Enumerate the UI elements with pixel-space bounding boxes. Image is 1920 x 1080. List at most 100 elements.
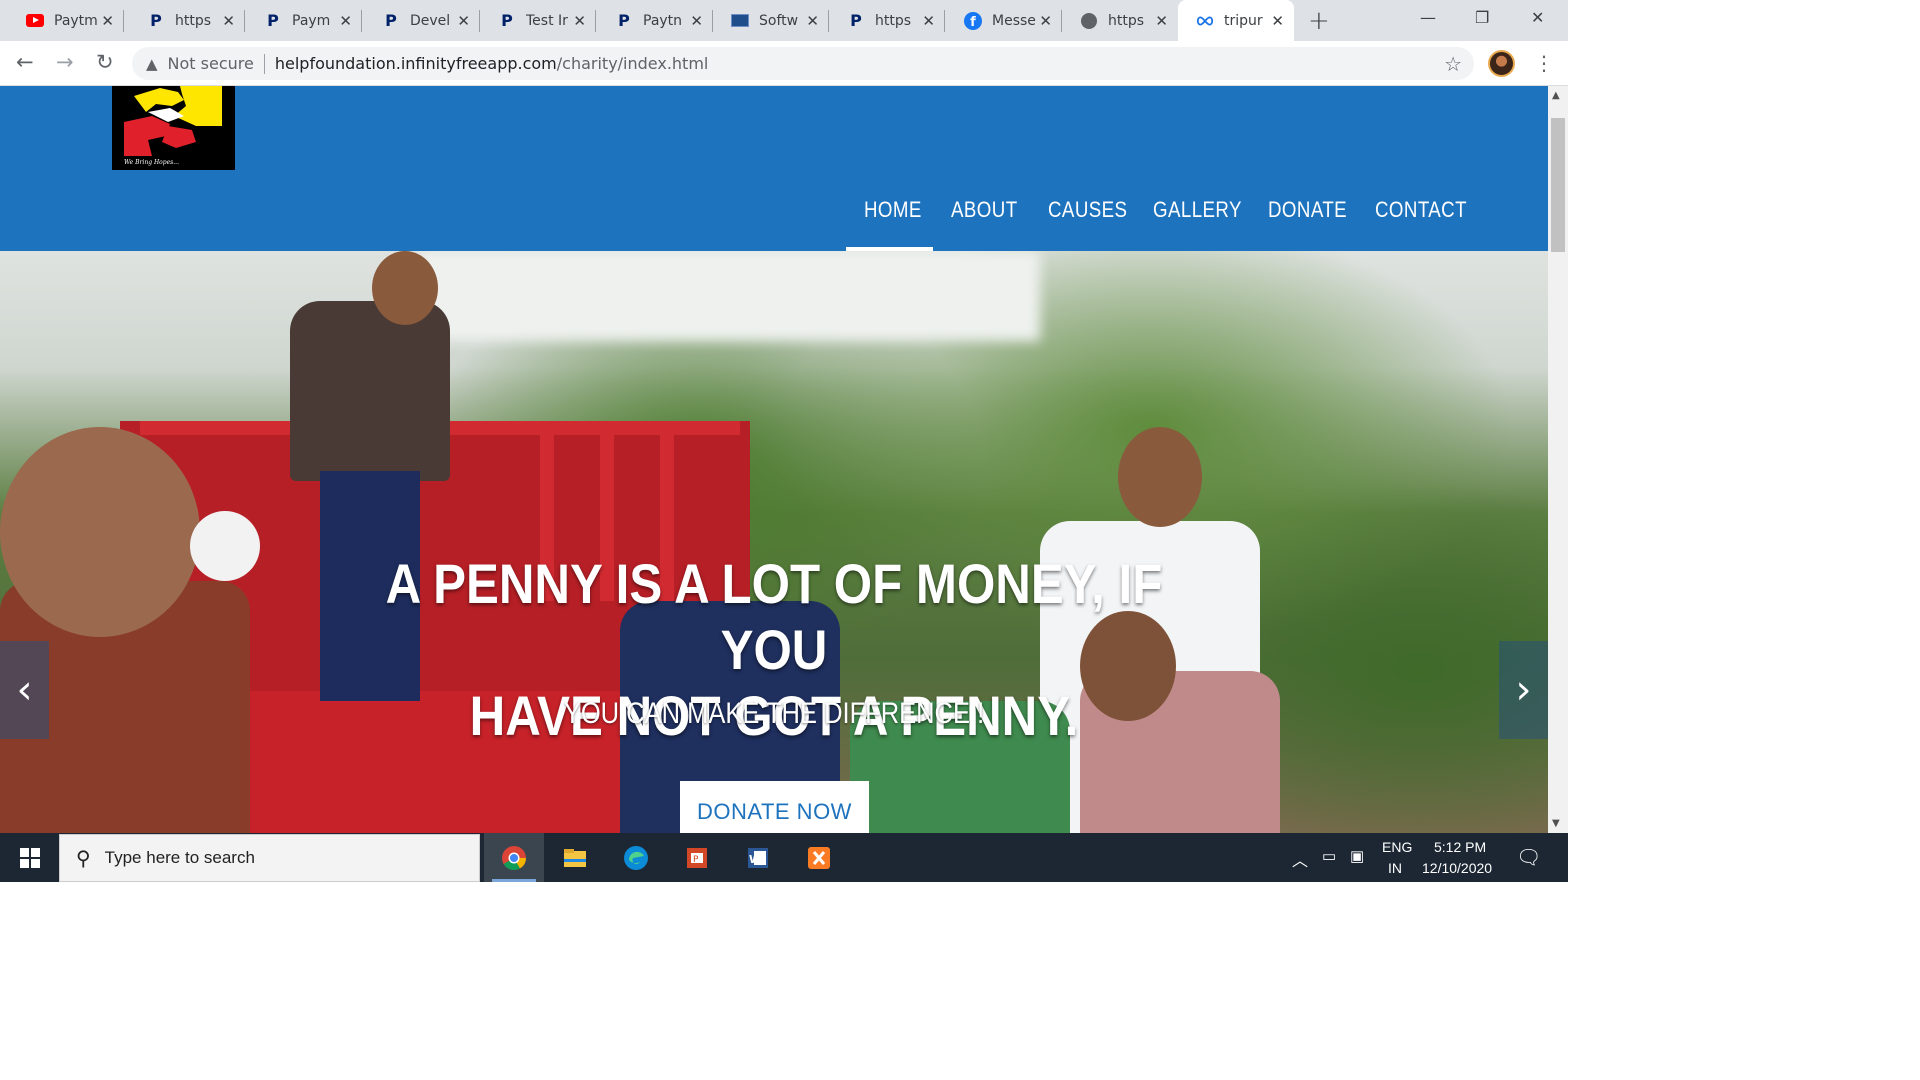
nav-gallery[interactable]: GALLERY xyxy=(1153,197,1242,223)
hero-slider: A PENNY IS A LOT OF MONEY, IF YOU HAVE N… xyxy=(0,251,1548,833)
file-explorer-icon xyxy=(564,848,586,867)
url-host[interactable]: helpfoundation.infinityfreeapp.com xyxy=(275,54,557,73)
new-tab-icon[interactable]: + xyxy=(1308,6,1330,36)
helping-hands-logo-icon xyxy=(124,86,222,156)
globe-icon xyxy=(1080,12,1098,30)
nav-donate[interactable]: DONATE xyxy=(1268,197,1347,223)
url-path[interactable]: /charity/index.html xyxy=(557,54,709,73)
back-icon[interactable]: ← xyxy=(16,50,34,74)
windows-start-button[interactable] xyxy=(0,833,59,882)
bookmark-star-icon[interactable]: ☆ xyxy=(1444,52,1462,76)
software-icon xyxy=(731,12,749,30)
tab-title: https xyxy=(175,12,212,29)
close-tab-icon[interactable]: ✕ xyxy=(222,12,235,30)
notifications-icon[interactable]: 🗨 xyxy=(1516,845,1541,870)
close-window-icon[interactable]: ✕ xyxy=(1531,8,1544,27)
nav-causes[interactable]: CAUSES xyxy=(1048,197,1127,223)
minimize-icon[interactable]: — xyxy=(1420,8,1436,27)
scrollbar-thumb[interactable] xyxy=(1551,118,1565,252)
close-tab-icon[interactable]: ✕ xyxy=(573,12,586,30)
browser-tab[interactable]: f Messe ✕ xyxy=(946,0,1062,41)
nav-about[interactable]: ABOUT xyxy=(951,197,1018,223)
tab-title: https xyxy=(1108,12,1145,29)
powerpoint-icon: P xyxy=(687,847,707,868)
clock-time[interactable]: 5:12 PM xyxy=(1434,839,1486,855)
close-tab-icon[interactable]: ✕ xyxy=(1039,12,1052,30)
site-logo[interactable]: We Bring Hopes... xyxy=(112,86,235,170)
language-indicator[interactable]: ENG xyxy=(1382,839,1412,855)
close-tab-icon[interactable]: ✕ xyxy=(690,12,703,30)
taskbar-chrome[interactable] xyxy=(484,833,544,882)
close-tab-icon[interactable]: ✕ xyxy=(1271,12,1284,30)
windows-taskbar: ⚲ Type here to search P W ︿ ▭ ▣ ENG IN 5… xyxy=(0,833,1568,882)
person-standing xyxy=(290,301,450,481)
clock-date[interactable]: 12/10/2020 xyxy=(1422,860,1492,876)
tab-title: Messe xyxy=(992,12,1036,29)
reload-icon[interactable]: ↻ xyxy=(96,50,114,74)
restore-icon[interactable]: ❐ xyxy=(1475,8,1489,27)
forward-icon[interactable]: → xyxy=(56,50,74,74)
browser-tab[interactable]: P Paym ✕ xyxy=(246,0,362,41)
close-tab-icon[interactable]: ✕ xyxy=(922,12,935,30)
facebook-icon: f xyxy=(964,11,982,30)
scroll-up-icon[interactable]: ▲ xyxy=(1552,90,1560,101)
taskbar-word[interactable]: W xyxy=(728,833,788,882)
network-icon[interactable]: ▣ xyxy=(1350,847,1364,865)
word-icon: W xyxy=(748,847,768,868)
xampp-icon xyxy=(808,846,830,869)
taskbar-search-box[interactable]: ⚲ Type here to search xyxy=(59,834,480,882)
browser-menu-icon[interactable]: ⋮ xyxy=(1534,51,1554,75)
browser-tab-strip: Paytm ✕ P https ✕ P Paym ✕ P Devel ✕ P T… xyxy=(0,0,1568,41)
close-tab-icon[interactable]: ✕ xyxy=(806,12,819,30)
tab-title: https xyxy=(875,12,912,29)
browser-tab[interactable]: https ✕ xyxy=(1062,0,1178,41)
close-tab-icon[interactable]: ✕ xyxy=(457,12,470,30)
hero-photo-sky xyxy=(420,251,1040,341)
browser-tab[interactable]: P Paytn ✕ xyxy=(597,0,713,41)
infinity-icon xyxy=(1196,12,1214,30)
scroll-down-icon[interactable]: ▼ xyxy=(1552,818,1560,829)
close-tab-icon[interactable]: ✕ xyxy=(339,12,352,30)
taskbar-powerpoint[interactable]: P xyxy=(667,833,727,882)
browser-tab[interactable]: Paytm ✕ xyxy=(8,0,124,41)
donate-now-button[interactable]: DONATE NOW xyxy=(680,781,869,833)
close-tab-icon[interactable]: ✕ xyxy=(101,12,114,30)
search-icon: ⚲ xyxy=(76,846,91,870)
warning-icon[interactable]: ▲ xyxy=(146,55,158,73)
meet-now-icon[interactable]: ▭ xyxy=(1322,847,1336,865)
tab-title: Paytn xyxy=(643,12,683,29)
browser-tab[interactable]: P https ✕ xyxy=(129,0,245,41)
nav-contact[interactable]: CONTACT xyxy=(1375,197,1467,223)
language-region[interactable]: IN xyxy=(1388,860,1402,876)
browser-tab[interactable]: P Test Ir ✕ xyxy=(480,0,596,41)
slider-next-button[interactable]: › xyxy=(1499,641,1548,739)
taskbar-file-explorer[interactable] xyxy=(545,833,605,882)
svg-text:W: W xyxy=(749,853,761,866)
close-tab-icon[interactable]: ✕ xyxy=(1155,12,1168,30)
page-scrollbar[interactable]: ▲ ▼ xyxy=(1548,86,1568,833)
svg-text:P: P xyxy=(693,855,699,865)
address-bar[interactable]: ▲ Not secure helpfoundation.infinityfree… xyxy=(132,47,1474,80)
tab-title: Test Ir xyxy=(526,12,568,29)
browser-tab-active[interactable]: tripur ✕ xyxy=(1178,0,1294,41)
browser-tab[interactable]: P https ✕ xyxy=(829,0,945,41)
taskbar-xampp[interactable] xyxy=(789,833,849,882)
security-label[interactable]: Not secure xyxy=(168,54,254,73)
browser-tab[interactable]: P Devel ✕ xyxy=(364,0,480,41)
site-header: We Bring Hopes... HOME ABOUT CAUSES GALL… xyxy=(0,86,1548,251)
browser-tab[interactable]: Softw ✕ xyxy=(713,0,829,41)
hero-subtitle: YOU CAN MAKE THE DIFFRENCE ! xyxy=(563,697,985,730)
logo-tagline: We Bring Hopes... xyxy=(124,159,179,166)
tab-title: Paym xyxy=(292,12,331,29)
tray-chevron-up-icon[interactable]: ︿ xyxy=(1292,847,1308,871)
profile-avatar[interactable] xyxy=(1488,50,1515,77)
tab-title: Paytm xyxy=(54,12,98,29)
edge-icon xyxy=(624,845,648,870)
paypal-icon: P xyxy=(501,11,513,30)
nav-home[interactable]: HOME xyxy=(864,197,922,223)
slider-prev-button[interactable]: ‹ xyxy=(0,641,49,739)
paypal-icon: P xyxy=(385,11,397,30)
browser-toolbar: ← → ↻ ▲ Not secure helpfoundation.infini… xyxy=(0,41,1568,86)
taskbar-edge[interactable] xyxy=(606,833,666,882)
paypal-icon: P xyxy=(150,11,162,30)
